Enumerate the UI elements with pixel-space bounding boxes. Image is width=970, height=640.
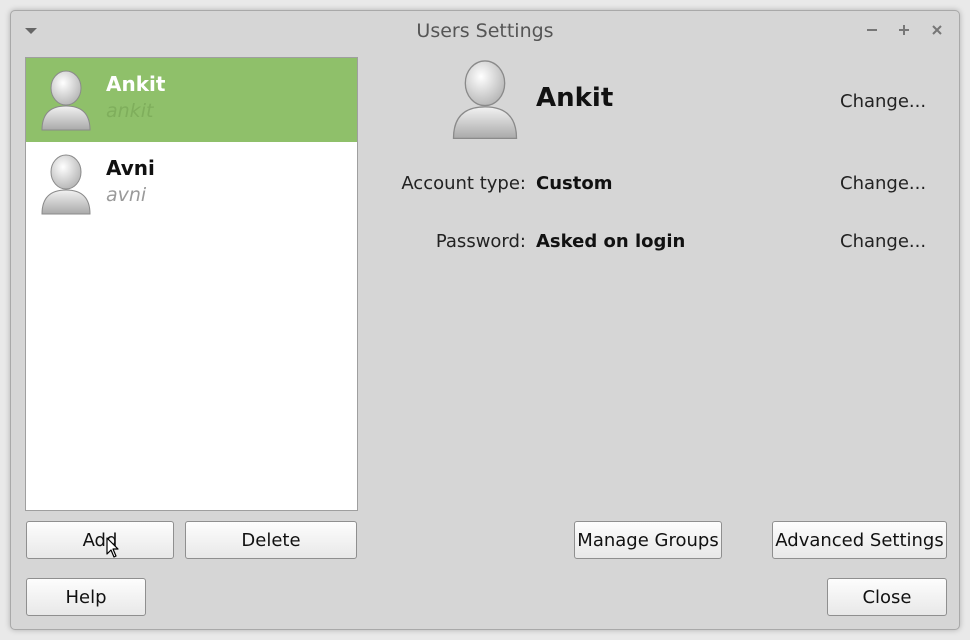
change-name-button[interactable]: Change... [840, 91, 926, 112]
minimize-icon[interactable] [863, 20, 881, 38]
title-bar[interactable]: Users Settings [11, 11, 959, 51]
user-name: Ankit [106, 72, 166, 96]
add-user-button[interactable]: Add [26, 521, 174, 559]
close-icon[interactable] [928, 20, 946, 38]
user-list[interactable]: Ankit ankit Avni avni [25, 57, 358, 511]
change-password-button[interactable]: Change... [840, 231, 926, 252]
user-list-item-avni[interactable]: Avni avni [26, 142, 357, 226]
change-account-type-button[interactable]: Change... [840, 173, 926, 194]
user-list-item-ankit[interactable]: Ankit ankit [26, 58, 357, 142]
account-type-label: Account type: [401, 173, 526, 194]
user-avatar-icon[interactable] [447, 57, 523, 145]
account-type-value: Custom [536, 173, 613, 194]
advanced-settings-button[interactable]: Advanced Settings [772, 521, 947, 559]
close-button[interactable]: Close [827, 578, 947, 616]
window-title: Users Settings [416, 20, 554, 42]
user-name: Avni [106, 156, 155, 180]
maximize-icon[interactable] [895, 20, 913, 38]
help-button[interactable]: Help [26, 578, 146, 616]
user-avatar-icon [38, 152, 94, 220]
user-login: ankit [106, 100, 154, 122]
users-settings-window: Users Settings Ankit ankit Avni avni Ank… [10, 10, 960, 630]
manage-groups-button[interactable]: Manage Groups [574, 521, 722, 559]
selected-user-name: Ankit [536, 83, 614, 113]
user-login: avni [106, 184, 147, 206]
mouse-cursor-icon [106, 537, 120, 563]
password-label: Password: [435, 231, 526, 252]
delete-user-button[interactable]: Delete [185, 521, 357, 559]
user-avatar-icon [38, 68, 94, 136]
password-value: Asked on login [536, 231, 686, 252]
